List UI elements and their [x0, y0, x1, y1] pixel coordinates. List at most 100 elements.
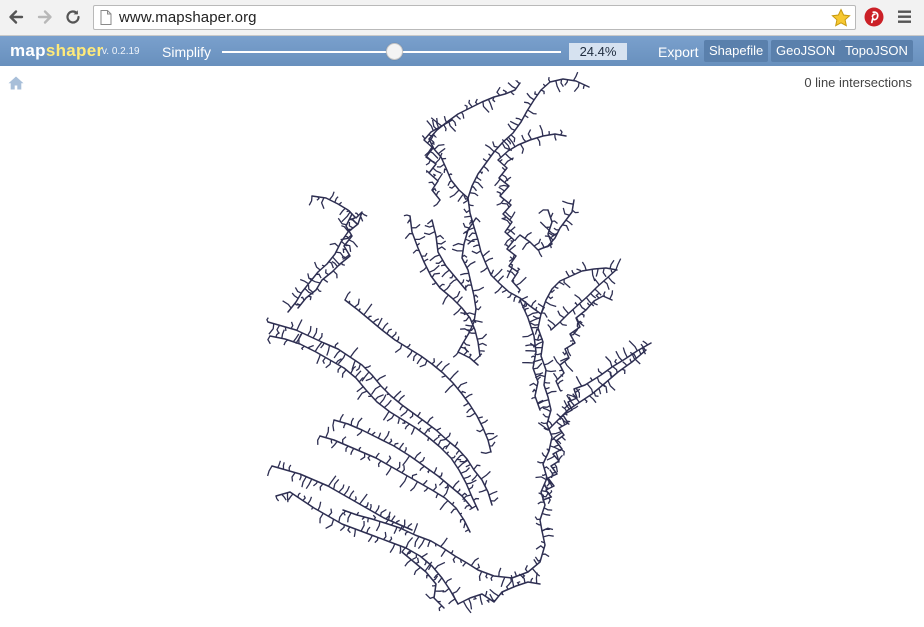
- coastline-inlet: [444, 383, 455, 394]
- export-geojson-button[interactable]: GeoJSON: [771, 40, 841, 62]
- forward-arrow-icon[interactable]: [34, 6, 56, 28]
- coastline-inlet: [474, 180, 484, 189]
- coastline-inlet: [412, 553, 418, 560]
- coastline-inlet: [463, 522, 467, 529]
- coastline-inlet: [478, 571, 483, 581]
- coastline-inlet: [338, 512, 344, 523]
- coastline-inlet: [330, 441, 338, 449]
- coastline-inlet: [403, 447, 407, 453]
- coastline-inlet: [282, 300, 292, 309]
- coastline-inlet: [328, 191, 335, 201]
- coastline-inlet: [417, 538, 426, 549]
- coastline-inlet: [291, 292, 299, 299]
- coastline-inlet: [308, 295, 312, 301]
- coastline-inlet: [402, 519, 406, 530]
- coastline-inlet: [460, 272, 469, 276]
- coastline-inlet: [537, 303, 544, 308]
- coastline-inlet: [435, 234, 445, 240]
- bookmark-star-icon[interactable]: [831, 8, 851, 33]
- coastline-inlet: [426, 416, 434, 424]
- coastline-inlet: [473, 294, 479, 298]
- coastline-inlet: [350, 417, 355, 426]
- coastline-inlet: [477, 416, 483, 419]
- coastline-inlet: [514, 80, 520, 85]
- coastline-inlet: [465, 324, 473, 327]
- coastline-inlet: [439, 500, 449, 511]
- coastline-inlet: [553, 355, 561, 366]
- coastline-inlet: [629, 358, 633, 363]
- coastline-inlet: [407, 522, 413, 529]
- coastline-inlet: [334, 342, 339, 348]
- coastline-inlet: [557, 379, 564, 385]
- coastline-inlet: [332, 419, 335, 432]
- coastline-inlet: [597, 368, 603, 375]
- export-topojson-button[interactable]: TopoJSON: [840, 40, 913, 62]
- coastline-inlet: [505, 584, 510, 590]
- coastline-inlet: [533, 362, 543, 370]
- coastline-inlet: [543, 534, 554, 538]
- coastline-inlet: [459, 518, 464, 523]
- coastline-inlet: [595, 268, 599, 277]
- back-arrow-icon[interactable]: [5, 6, 27, 28]
- coastline-inlet: [399, 405, 404, 411]
- coastline-inlet: [493, 268, 503, 279]
- coastline-inlet: [476, 563, 481, 570]
- coastline-inlet: [546, 448, 550, 452]
- coastline-inlet: [470, 557, 480, 567]
- coastline-inlet: [501, 216, 506, 220]
- coastline-inlet: [464, 104, 468, 110]
- coastline-inlet: [456, 488, 461, 493]
- coastline-inlet: [524, 565, 529, 573]
- coastline-inlet: [435, 190, 440, 196]
- simplify-slider[interactable]: [222, 42, 561, 62]
- map-canvas[interactable]: [0, 66, 924, 627]
- coastline-inlet: [367, 455, 371, 461]
- coastline-inlet: [375, 452, 380, 459]
- coastline-inlet: [524, 307, 529, 312]
- export-shapefile-button[interactable]: Shapefile: [704, 40, 769, 62]
- coastline-inlet: [385, 466, 392, 476]
- coastline-inlet: [473, 497, 480, 501]
- coastline-inlet: [607, 380, 616, 391]
- coastline-inlet: [436, 427, 442, 432]
- coastline-inlet: [438, 283, 445, 288]
- coastline-inlet: [411, 473, 418, 479]
- url-text[interactable]: www.mapshaper.org: [119, 9, 257, 26]
- coastline-inlet: [460, 111, 465, 119]
- coastline-inlet: [307, 284, 314, 293]
- pinterest-icon[interactable]: [864, 7, 884, 32]
- coastline-inlet: [463, 499, 467, 503]
- coastline-inlet: [464, 393, 473, 399]
- coastline-inlet: [564, 361, 574, 373]
- coastline-inlet: [535, 572, 538, 584]
- coastline-inlet: [449, 370, 459, 381]
- coastline-inlet: [388, 536, 393, 543]
- coastline-inlet: [562, 224, 570, 231]
- coastline-inlet: [348, 490, 355, 499]
- coastline-inlet: [529, 382, 538, 387]
- coastline-inlet: [339, 524, 345, 532]
- coastline-inlet: [477, 333, 488, 340]
- coastline-inlet: [496, 190, 502, 196]
- menu-icon[interactable]: [897, 10, 913, 29]
- coastline-inlet: [388, 438, 393, 444]
- coastline-inlet: [607, 276, 616, 285]
- coastline-inlet: [576, 268, 582, 272]
- simplify-slider-handle[interactable]: [386, 43, 404, 60]
- coastline-inlet: [325, 360, 332, 369]
- coastline-inlet: [501, 166, 506, 171]
- coastline-inlet: [530, 322, 539, 326]
- coastline-inlet: [374, 505, 380, 514]
- coastline-inlet: [326, 345, 331, 356]
- coastline-inlet: [589, 377, 593, 381]
- coastline-inlet: [382, 410, 390, 421]
- upper-bay-detail: [497, 133, 567, 291]
- coastline-inlet: [539, 124, 544, 137]
- coastline-inlet: [357, 390, 368, 400]
- simplify-percent-input[interactable]: 24.4%: [569, 43, 627, 60]
- coastline-inlet: [277, 460, 282, 468]
- coastline-inlet: [603, 291, 606, 297]
- coastline-inlet: [538, 492, 544, 501]
- reload-icon[interactable]: [62, 6, 84, 28]
- address-bar[interactable]: www.mapshaper.org: [93, 5, 856, 30]
